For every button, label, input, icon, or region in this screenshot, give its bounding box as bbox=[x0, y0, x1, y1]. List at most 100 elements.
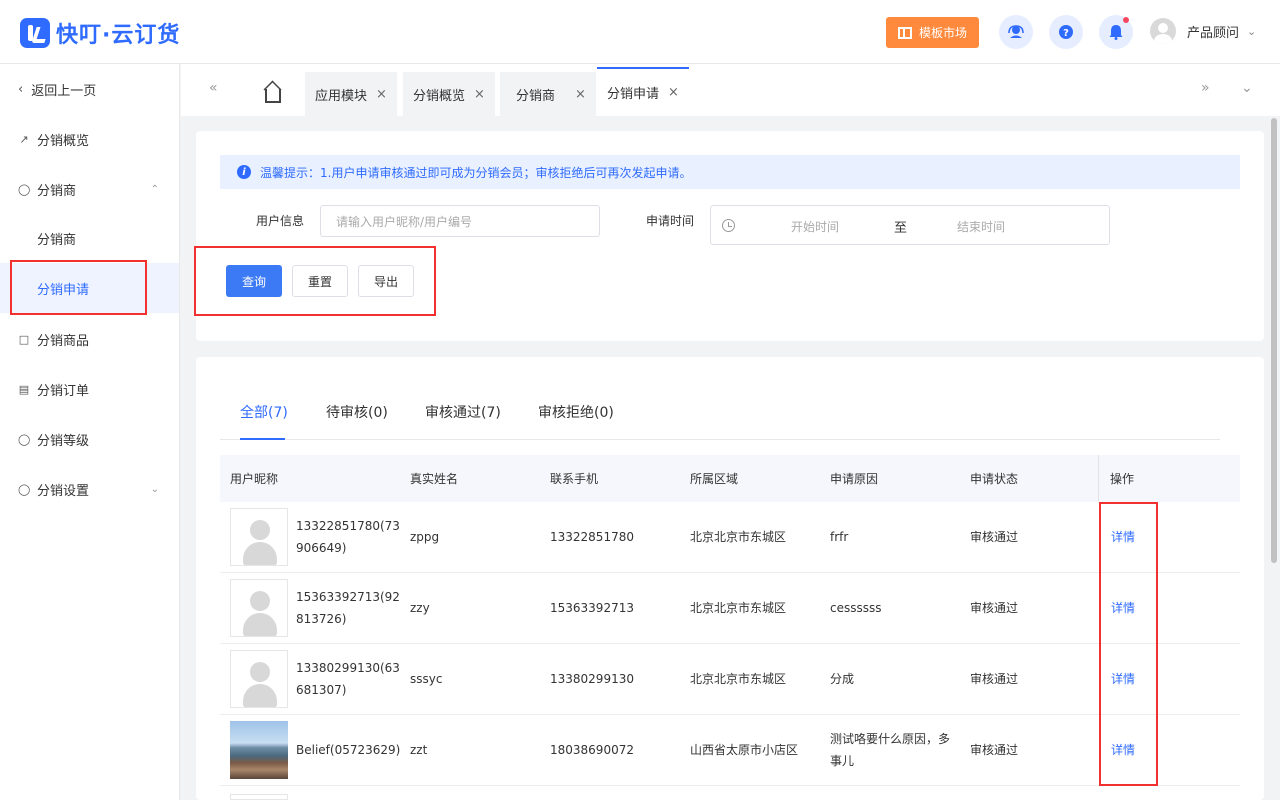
phone-cell: 13380299130 bbox=[550, 672, 634, 686]
region-cell: 山西省太原市小店区 bbox=[690, 743, 799, 757]
sidebar-item-products[interactable]: □ 分销商品 bbox=[0, 314, 179, 364]
table-row: 13380299130(63 681307) sssyc 13380299130 … bbox=[220, 644, 1240, 715]
column-header: 所属区域 bbox=[690, 472, 739, 486]
nickname-cell: 13380299130(63 681307) bbox=[296, 661, 400, 697]
user-name: 产品顾问 bbox=[1187, 25, 1240, 41]
highlight-box-actions bbox=[1099, 502, 1158, 786]
close-icon[interactable]: × bbox=[474, 87, 485, 102]
sidebar-item-label: 分销等级 bbox=[37, 433, 90, 449]
sidebar-item-overview[interactable]: ↗ 分销概览 bbox=[0, 114, 179, 164]
sidebar-item-label: 分销设置 bbox=[37, 483, 90, 499]
order-icon: ▤ bbox=[18, 382, 30, 396]
close-icon[interactable]: × bbox=[376, 87, 387, 102]
date-separator: 至 bbox=[894, 221, 908, 236]
template-market-button[interactable]: 模板市场 bbox=[886, 17, 979, 48]
sidebar-item-distributors[interactable]: ◯ 分销商 ⌃ bbox=[0, 164, 179, 214]
user-info-input[interactable]: 请输入用户昵称/用户编号 bbox=[320, 205, 600, 237]
close-icon[interactable]: × bbox=[575, 87, 586, 102]
help-icon: ? bbox=[1059, 25, 1073, 39]
notification-dot bbox=[1123, 17, 1129, 23]
tab-label: 应用模块 bbox=[315, 88, 368, 104]
highlight-box-sidebar bbox=[10, 260, 147, 315]
tab-label: 分销商 bbox=[516, 88, 556, 104]
tab-label: 分销申请 bbox=[607, 87, 660, 102]
table-row: 15363392713(92 813726) zzy 15363392713 北京… bbox=[220, 573, 1240, 644]
user-menu[interactable]: 产品顾问 ⌄ bbox=[1150, 18, 1256, 44]
chevron-down-icon[interactable]: ⌄ bbox=[1241, 80, 1253, 96]
notification-button[interactable] bbox=[1099, 15, 1133, 49]
help-button[interactable]: ? bbox=[1049, 15, 1083, 49]
sidebar-item-label: 分销商 bbox=[37, 232, 77, 248]
status-cell: 审核通过 bbox=[970, 743, 1019, 757]
tab-pending[interactable]: 待审核(0) bbox=[326, 402, 388, 422]
tab-label: 分销概览 bbox=[413, 88, 466, 104]
column-header: 联系手机 bbox=[550, 472, 599, 486]
home-icon bbox=[265, 89, 281, 103]
scrollbar[interactable] bbox=[1271, 118, 1277, 563]
close-icon[interactable]: × bbox=[668, 85, 679, 100]
chevron-down-icon: ⌄ bbox=[150, 483, 159, 495]
scroll-left-icon[interactable]: « bbox=[209, 80, 218, 96]
users-icon: ◯ bbox=[18, 182, 31, 196]
sidebar-item-settings[interactable]: ◯ 分销设置 ⌄ bbox=[0, 464, 179, 514]
top-header: 快叮·云订货 模板市场 ? 产品顾问 ⌄ bbox=[0, 0, 1280, 64]
tab-home[interactable] bbox=[243, 72, 303, 116]
scroll-right-icon[interactable]: » bbox=[1201, 80, 1210, 96]
phone-cell: 13322851780 bbox=[550, 530, 634, 544]
user-info-label: 用户信息 bbox=[256, 214, 305, 228]
tab-rejected[interactable]: 审核拒绝(0) bbox=[538, 402, 614, 422]
reason-cell: frfr bbox=[830, 530, 849, 544]
sidebar-item-label: 分销商 bbox=[37, 183, 77, 199]
nickname-cell: 13322851780(73 906649) bbox=[296, 519, 400, 555]
tab-approved[interactable]: 审核通过(7) bbox=[425, 402, 501, 422]
reason-cell: 分成 bbox=[830, 672, 855, 686]
notice-banner: i 温馨提示：1.用户申请审核通过即可成为分销会员；审核拒绝后可再次发起申请。 bbox=[220, 155, 1240, 189]
template-market-label: 模板市场 bbox=[918, 26, 967, 40]
chevron-down-icon: ⌄ bbox=[1247, 24, 1257, 38]
customer-service-button[interactable] bbox=[999, 15, 1033, 49]
sidebar-item-orders[interactable]: ▤ 分销订单 bbox=[0, 364, 179, 414]
logo-text: 快叮·云订货 bbox=[56, 23, 181, 48]
tab-divider bbox=[220, 439, 1220, 440]
start-date-placeholder: 开始时间 bbox=[791, 220, 840, 234]
back-label: 返回上一页 bbox=[31, 84, 97, 99]
tabs-bar: « 应用模块 × 分销概览 × 分销商 × 分销申请 × » ⌄ bbox=[181, 64, 1280, 116]
user-avatar bbox=[230, 794, 288, 800]
logo[interactable]: 快叮·云订货 bbox=[20, 17, 180, 49]
region-cell: 北京北京市东城区 bbox=[690, 672, 787, 686]
real-name-cell: sssyc bbox=[410, 672, 443, 686]
template-icon bbox=[897, 26, 912, 39]
column-header: 用户昵称 bbox=[230, 472, 279, 486]
user-info-placeholder: 请输入用户昵称/用户编号 bbox=[336, 214, 473, 229]
chevron-up-icon: ⌃ bbox=[150, 183, 159, 195]
user-avatar bbox=[230, 508, 288, 566]
tab-all[interactable]: 全部(7) bbox=[240, 402, 288, 422]
service-icon bbox=[1008, 25, 1024, 38]
sidebar-item-levels[interactable]: ◯ 分销等级 bbox=[0, 414, 179, 464]
sidebar: ‹ 返回上一页 ↗ 分销概览 ◯ 分销商 ⌃ 分销商 分销申请 □ 分销商品 ▤… bbox=[0, 64, 180, 800]
reason-cell: cessssss bbox=[830, 601, 882, 615]
sidebar-subitem-distributors[interactable]: 分销商 bbox=[0, 213, 179, 263]
status-cell: 审核通过 bbox=[970, 601, 1019, 615]
column-header: 申请原因 bbox=[830, 472, 879, 486]
bell-icon bbox=[1109, 25, 1123, 40]
notice-text: 温馨提示：1.用户申请审核通过即可成为分销会员；审核拒绝后可再次发起申请。 bbox=[260, 165, 692, 180]
phone-cell: 15363392713 bbox=[550, 601, 634, 615]
column-header: 操作 bbox=[1110, 472, 1135, 486]
user-avatar bbox=[230, 579, 288, 637]
status-cell: 审核通过 bbox=[970, 530, 1019, 544]
column-divider bbox=[1098, 455, 1099, 502]
settings-icon: ◯ bbox=[18, 482, 31, 496]
sidebar-item-label: 分销订单 bbox=[37, 383, 90, 399]
date-range-picker[interactable]: 开始时间 至 结束时间 bbox=[710, 205, 1110, 245]
tab-app-modules[interactable]: 应用模块 × bbox=[305, 72, 397, 116]
user-photo bbox=[230, 721, 288, 779]
tab-overview[interactable]: 分销概览 × bbox=[403, 72, 495, 116]
table-row: Belief(05723629) zzt 18038690072 山西省太原市小… bbox=[220, 715, 1240, 786]
tab-applications[interactable]: 分销申请 × bbox=[597, 67, 689, 116]
region-cell: 北京北京市东城区 bbox=[690, 601, 787, 615]
back-link[interactable]: ‹ 返回上一页 bbox=[18, 80, 96, 99]
chevron-left-icon: ‹ bbox=[18, 82, 24, 97]
tab-distributors[interactable]: 分销商 × bbox=[500, 72, 596, 116]
real-name-cell: zzt bbox=[410, 743, 428, 757]
